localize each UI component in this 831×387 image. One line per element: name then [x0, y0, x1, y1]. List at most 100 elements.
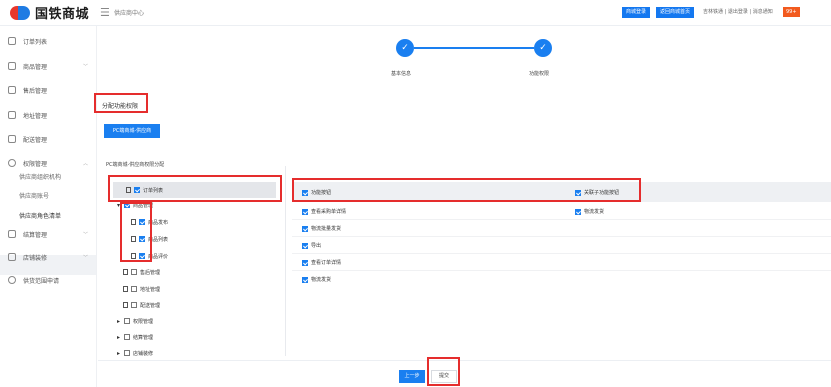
step2-check-icon: ✓ — [534, 39, 552, 57]
tree-label: 权限管理 — [133, 318, 154, 325]
sidebar-item-aftersales[interactable]: 售后管理 — [0, 80, 96, 100]
menu-icon[interactable]: ☰ — [100, 6, 110, 19]
sidebar-item-label: 权限管理 — [23, 160, 48, 168]
perm-row-4-left[interactable]: 查看订单详情 — [302, 259, 341, 266]
settlement-icon — [8, 230, 16, 238]
chevron-down-icon: ﹀ — [83, 63, 89, 70]
row-divider — [292, 236, 831, 237]
wrench-icon — [8, 86, 16, 94]
tree-node-delivery[interactable]: 配送管理 — [123, 299, 160, 311]
delivery-icon — [8, 135, 16, 143]
chevron-down-icon: ﹀ — [83, 254, 89, 261]
tree-node-aftersales[interactable]: 售后管理 — [123, 266, 160, 278]
perm-row-1-right[interactable]: 物流发货 — [575, 208, 604, 215]
sidebar-item-supply-range[interactable]: 供货范围申请 — [0, 270, 96, 290]
sidebar-item-label: 商品管理 — [23, 63, 48, 71]
sidebar-item-label: 地址管理 — [23, 112, 48, 120]
tree-label: 售后管理 — [140, 269, 161, 276]
sidebar-item-label: 订单列表 — [23, 38, 48, 46]
row-divider — [292, 270, 831, 271]
highlight-box-title — [94, 93, 148, 113]
prev-step-button[interactable]: 上一步 — [399, 370, 425, 383]
tree-label: 店铺装修 — [133, 350, 154, 357]
mall-login-button[interactable]: 商城登录 — [622, 7, 651, 18]
chevron-down-icon: ﹀ — [83, 231, 89, 238]
checkbox[interactable] — [131, 286, 137, 292]
order-icon — [8, 37, 16, 45]
perm-label: 查看采购单详情 — [311, 209, 347, 215]
sidebar-item-address[interactable]: 地址管理 — [0, 105, 96, 125]
tree-node-settlement[interactable]: ▸ 结算管理 — [117, 331, 153, 343]
checkbox[interactable] — [131, 269, 137, 275]
sidebar-sub-accounts[interactable]: 供应商账号 — [19, 191, 49, 200]
highlight-box-submit — [427, 357, 460, 386]
tree-node-permissions[interactable]: ▸ 权限管理 — [117, 315, 153, 327]
checkbox[interactable] — [575, 208, 581, 215]
address-icon — [8, 111, 16, 119]
sidebar-item-delivery[interactable]: 配送管理 — [0, 129, 96, 149]
sidebar-item-shop-decor[interactable]: 店铺装修 ﹀ — [0, 247, 96, 267]
tree-label: 配送管理 — [140, 302, 161, 309]
perm-row-2-left[interactable]: 物流批量发货 — [302, 225, 341, 232]
perm-label: 查看订单详情 — [311, 260, 342, 266]
sidebar-item-label: 供货范围申请 — [23, 277, 60, 285]
permission-icon — [8, 159, 16, 167]
checkbox[interactable] — [302, 225, 308, 232]
sidebar-sub-roles[interactable]: 供应商角色清单 — [19, 211, 61, 220]
step1-check-icon: ✓ — [396, 39, 414, 57]
highlight-box-permissions — [292, 178, 641, 202]
sidebar-item-products[interactable]: 商品管理 ﹀ — [0, 56, 96, 76]
tree-label: 地址管理 — [140, 286, 161, 293]
checkbox[interactable] — [131, 302, 137, 308]
file-icon — [123, 302, 128, 308]
sidebar-sub-org[interactable]: 供应商组织机构 — [19, 172, 61, 181]
caret-right-icon[interactable]: ▸ — [117, 318, 122, 325]
permission-assign-title: PC端商城-供应商权限分配 — [106, 162, 165, 168]
tree-node-shop-decor[interactable]: ▸ 店铺装修 — [117, 347, 153, 359]
sidebar: 订单列表 商品管理 ﹀ 售后管理 地址管理 配送管理 权限管理 ︿ 供应商组织机… — [0, 26, 97, 387]
step2-label: 功能权限 — [529, 71, 550, 77]
sidebar-item-label: 店铺装修 — [23, 254, 48, 262]
top-bar: 国铁商城 ☰ 供应商中心 商城登录 返回商城首页 吉林铁通 | 退出登录 | 消… — [0, 0, 831, 26]
perm-row-3-left[interactable]: 导出 — [302, 242, 321, 249]
file-icon — [123, 269, 128, 275]
sidebar-item-label: 配送管理 — [23, 136, 48, 144]
return-home-button[interactable]: 返回商城首页 — [656, 7, 695, 18]
chevron-up-icon: ︿ — [83, 160, 89, 167]
caret-right-icon[interactable]: ▸ — [117, 350, 122, 357]
sidebar-item-settlement[interactable]: 结算管理 ﹀ — [0, 224, 96, 244]
logo-text: 国铁商城 — [35, 7, 90, 22]
user-links[interactable]: 吉林铁通 | 退出登录 | 消息通知 — [703, 8, 773, 15]
tab-pc-supplier[interactable]: PC端商城-供应商 — [104, 124, 160, 138]
row-divider — [292, 219, 831, 220]
sidebar-item-permissions[interactable]: 权限管理 ︿ — [0, 153, 96, 173]
perm-label: 物流发货 — [584, 209, 605, 215]
message-badge[interactable]: 99+ — [783, 7, 800, 17]
product-icon — [8, 62, 16, 70]
checkbox[interactable] — [124, 334, 130, 340]
perm-row-1-left[interactable]: 查看采购单详情 — [302, 208, 346, 215]
sidebar-item-orders[interactable]: 订单列表 — [0, 31, 96, 51]
perm-label: 物流批量发货 — [311, 226, 342, 232]
tree-node-address[interactable]: 地址管理 — [123, 283, 160, 295]
perm-row-5-left[interactable]: 物流发货 — [302, 276, 331, 283]
footer-bar — [98, 360, 831, 387]
step1-label: 基本信息 — [391, 71, 412, 77]
checkbox[interactable] — [302, 276, 308, 283]
highlight-box-tree-children — [120, 202, 152, 262]
checkbox[interactable] — [302, 259, 308, 266]
logo[interactable]: 国铁商城 — [10, 3, 89, 22]
shop-icon — [8, 253, 16, 261]
sidebar-item-label: 售后管理 — [23, 87, 48, 95]
checkbox[interactable] — [302, 242, 308, 249]
checkbox[interactable] — [124, 350, 130, 356]
breadcrumb: 供应商中心 — [114, 10, 145, 17]
perm-label: 物流发货 — [311, 277, 332, 283]
checkbox[interactable] — [124, 318, 130, 324]
caret-right-icon[interactable]: ▸ — [117, 334, 122, 341]
logo-icon — [10, 4, 30, 22]
file-icon — [123, 286, 128, 292]
row-divider — [292, 253, 831, 254]
sidebar-item-label: 结算管理 — [23, 231, 48, 239]
checkbox[interactable] — [302, 208, 308, 215]
